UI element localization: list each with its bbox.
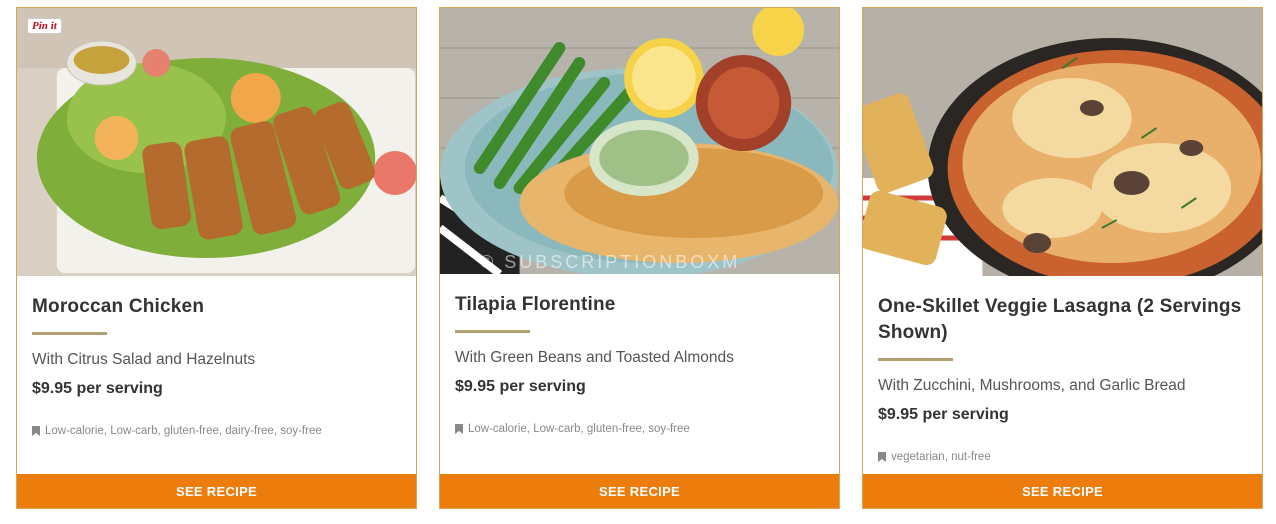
title-divider — [878, 358, 953, 361]
veggie-lasagna-photo[interactable] — [863, 8, 1262, 276]
pin-it-button[interactable]: Pin it — [27, 18, 62, 34]
recipe-subtitle: With Zucchini, Mushrooms, and Garlic Bre… — [878, 377, 1186, 394]
bookmark-icon — [878, 452, 886, 462]
title-divider — [455, 330, 530, 333]
see-recipe-button[interactable]: SEE RECIPE — [863, 474, 1262, 508]
card-body: Tilapia Florentine With Green Beans and … — [455, 274, 824, 437]
see-recipe-button[interactable]: SEE RECIPE — [17, 474, 416, 508]
recipe-card-moroccan-chicken: Pin it Moroccan Chicken With Citrus Sala… — [16, 7, 417, 509]
watermark-text: © SUBSCRIPTIONBOXM — [480, 252, 741, 272]
recipe-title[interactable]: One-Skillet Veggie Lasagna (2 Servings S… — [878, 294, 1247, 346]
title-divider — [32, 332, 107, 335]
recipe-tags: Low-calorie, Low-carb, gluten-free, dair… — [32, 423, 401, 439]
tag-list: vegetarian, nut-free — [891, 451, 991, 463]
card-body: Moroccan Chicken With Citrus Salad and H… — [32, 276, 401, 439]
recipe-card-veggie-lasagna: One-Skillet Veggie Lasagna (2 Servings S… — [862, 7, 1263, 509]
recipe-title[interactable]: Moroccan Chicken — [32, 294, 401, 320]
tag-list: Low-calorie, Low-carb, gluten-free, soy-… — [468, 423, 690, 435]
bookmark-icon — [32, 426, 40, 436]
recipe-price: $9.95 per serving — [32, 380, 163, 397]
recipe-price: $9.95 per serving — [455, 378, 586, 395]
recipe-title[interactable]: Tilapia Florentine — [455, 292, 824, 318]
tag-list: Low-calorie, Low-carb, gluten-free, dair… — [45, 425, 322, 437]
bookmark-icon — [455, 424, 463, 434]
recipe-card-tilapia-florentine: © SUBSCRIPTIONBOXM Tilapia Florentine Wi… — [439, 7, 840, 509]
recipe-price: $9.95 per serving — [878, 406, 1009, 423]
tilapia-florentine-photo[interactable]: © SUBSCRIPTIONBOXM — [440, 8, 839, 274]
recipe-tags: vegetarian, nut-free — [878, 449, 1247, 465]
card-body: One-Skillet Veggie Lasagna (2 Servings S… — [878, 276, 1247, 465]
recipe-tags: Low-calorie, Low-carb, gluten-free, soy-… — [455, 421, 824, 437]
recipe-subtitle: With Citrus Salad and Hazelnuts — [32, 351, 256, 368]
moroccan-chicken-photo[interactable]: Pin it — [17, 8, 416, 276]
see-recipe-button[interactable]: SEE RECIPE — [440, 474, 839, 508]
recipe-subtitle: With Green Beans and Toasted Almonds — [455, 349, 734, 366]
